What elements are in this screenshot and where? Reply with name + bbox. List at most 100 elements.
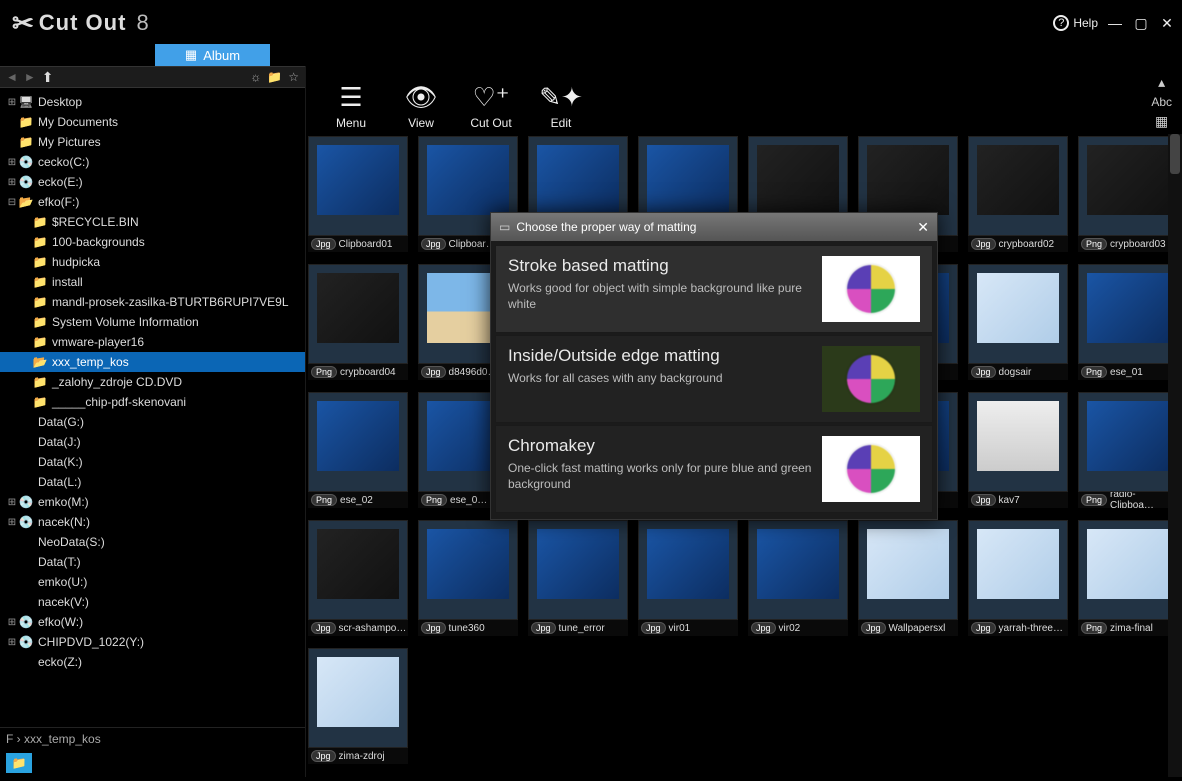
thumbnail-caption: Jpgyarrah-three…	[968, 620, 1068, 636]
folder-tree[interactable]: ⊞🖥Desktop📁My Documents📁My Pictures⊞💿ceck…	[0, 88, 305, 727]
sidebar-toolbar: ◄ ► ⬆ ☼ 📁 ☆	[0, 66, 305, 88]
close-button[interactable]: ✕	[1158, 15, 1176, 32]
tree-item[interactable]: Data(T:)	[0, 552, 305, 572]
folder-icon: 📂	[32, 355, 48, 369]
tree-item[interactable]: 📁My Documents	[0, 112, 305, 132]
thumbnail-image	[968, 392, 1068, 492]
expander-icon[interactable]: ⊞	[6, 177, 18, 188]
tree-item[interactable]: 📁$RECYCLE.BIN	[0, 212, 305, 232]
thumbnail-image	[1078, 520, 1168, 620]
help-button[interactable]: ? Help	[1053, 15, 1098, 31]
expander-icon[interactable]: ⊞	[6, 637, 18, 648]
tree-item[interactable]: NeoData(S:)	[0, 532, 305, 552]
tree-item[interactable]: ⊞💿efko(W:)	[0, 612, 305, 632]
nav-up-icon[interactable]: ⬆	[42, 69, 54, 86]
thumbnail[interactable]: Jpgzima-zdroj	[308, 648, 408, 764]
nav-forward-icon[interactable]: ►	[24, 70, 36, 84]
tree-item[interactable]: nacek(V:)	[0, 592, 305, 612]
dialog-close-button[interactable]: ✕	[917, 219, 929, 236]
scrollbar[interactable]	[1168, 134, 1182, 777]
nav-back-icon[interactable]: ◄	[6, 70, 18, 84]
expander-icon[interactable]: ⊞	[6, 517, 18, 528]
thumbnail[interactable]: Jpgscr-ashampo…	[308, 520, 408, 636]
maximize-button[interactable]: ▢	[1132, 15, 1150, 32]
thumbnail[interactable]: Jpgtune360	[418, 520, 518, 636]
tree-item[interactable]: ⊟📂efko(F:)	[0, 192, 305, 212]
thumbnail[interactable]: Jpgcrypboard02	[968, 136, 1068, 252]
file-name: tune360	[449, 623, 485, 634]
thumbnail[interactable]: Jpgtune_error	[528, 520, 628, 636]
thumbnail-caption: Pngese_02	[308, 492, 408, 508]
thumbnail[interactable]: JpgWallpapersxl	[858, 520, 958, 636]
tree-item[interactable]: Data(J:)	[0, 432, 305, 452]
collapse-icon[interactable]: ▴	[1158, 74, 1165, 91]
tree-item[interactable]: ⊞🖥Desktop	[0, 92, 305, 112]
file-ext-badge: Jpg	[421, 622, 446, 634]
tree-item[interactable]: ⊞💿ecko(E:)	[0, 172, 305, 192]
thumbnail[interactable]: Pngradio-Clipboa…	[1078, 392, 1168, 508]
tree-item[interactable]: 📁install	[0, 272, 305, 292]
expander-icon[interactable]: ⊞	[6, 97, 18, 108]
thumbnail[interactable]: Pngzima-final	[1078, 520, 1168, 636]
thumbnail[interactable]: Pngcrypboard03	[1078, 136, 1168, 252]
grid-icon[interactable]: ▦	[1155, 113, 1168, 130]
thumbnail[interactable]: Jpgyarrah-three…	[968, 520, 1068, 636]
thumbnail-image	[1078, 264, 1168, 364]
thumbnail[interactable]: Jpgkav7	[968, 392, 1068, 508]
sort-alpha-button[interactable]: Abc	[1151, 95, 1172, 109]
thumbnail[interactable]: Pngese_01	[1078, 264, 1168, 380]
tree-item[interactable]: Data(L:)	[0, 472, 305, 492]
tree-item[interactable]: ⊞💿cecko(C:)	[0, 152, 305, 172]
tree-item[interactable]: ⊞💿emko(M:)	[0, 492, 305, 512]
new-folder-icon[interactable]: 📁	[267, 70, 282, 84]
thumbnail[interactable]: Jpgdogsair	[968, 264, 1068, 380]
thumbnail[interactable]: Jpgvir02	[748, 520, 848, 636]
expander-icon[interactable]: ⊟	[6, 197, 18, 208]
cutout-button[interactable]: ♡⁺ Cut Out	[456, 82, 526, 130]
tree-item-label: Data(L:)	[38, 475, 81, 489]
thumbnail[interactable]: Pngese_02	[308, 392, 408, 508]
thumbnail[interactable]: Jpgvir01	[638, 520, 738, 636]
tree-item[interactable]: 📁hudpicka	[0, 252, 305, 272]
tree-item[interactable]: Data(G:)	[0, 412, 305, 432]
tree-item[interactable]: 📁My Pictures	[0, 132, 305, 152]
view-button[interactable]: 👁 View	[386, 82, 456, 130]
scrollbar-thumb[interactable]	[1170, 134, 1180, 174]
brightness-icon[interactable]: ☼	[250, 70, 261, 84]
option-title: Stroke based matting	[508, 256, 812, 276]
matting-option[interactable]: ChromakeyOne-click fast matting works on…	[495, 425, 933, 513]
tree-item[interactable]: 📂 xxx_temp_kos	[0, 352, 305, 372]
expander-icon[interactable]: ⊞	[6, 157, 18, 168]
expander-icon[interactable]: ⊞	[6, 617, 18, 628]
favorite-icon[interactable]: ☆	[288, 70, 299, 84]
tree-item-label: nacek(V:)	[38, 595, 89, 609]
dialog-titlebar[interactable]: ▭ Choose the proper way of matting ✕	[491, 213, 937, 241]
matting-option[interactable]: Stroke based mattingWorks good for objec…	[495, 245, 933, 333]
tree-item-label: xxx_temp_kos	[52, 355, 129, 369]
file-ext-badge: Png	[311, 494, 337, 506]
thumbnail[interactable]: JpgClipboard01	[308, 136, 408, 252]
tree-item[interactable]: 📁vmware-player16	[0, 332, 305, 352]
folder-icon: 📁	[32, 315, 48, 329]
tree-item[interactable]: ⊞💿CHIPDVD_1022(Y:)	[0, 632, 305, 652]
thumbnail[interactable]: Pngcrypboard04	[308, 264, 408, 380]
tree-item[interactable]: 📁_____chip-pdf-skenovani	[0, 392, 305, 412]
tree-item[interactable]: 📁mandl-prosek-zasilka-BTURTB6RUPI7VE9L	[0, 292, 305, 312]
tree-item[interactable]: ecko(Z:)	[0, 652, 305, 672]
menu-button[interactable]: ☰ Menu	[316, 82, 386, 130]
tree-item[interactable]: 📁100-backgrounds	[0, 232, 305, 252]
edit-button[interactable]: ✎✦ Edit	[526, 82, 596, 130]
tree-item[interactable]: emko(U:)	[0, 572, 305, 592]
matting-option[interactable]: Inside/Outside edge mattingWorks for all…	[495, 335, 933, 423]
tree-item[interactable]: 📁System Volume Information	[0, 312, 305, 332]
tree-item[interactable]: 📁_zalohy_zdroje CD.DVD	[0, 372, 305, 392]
minimize-button[interactable]: —	[1106, 15, 1124, 31]
album-label: Album	[203, 48, 240, 63]
folder-icon: 📁	[32, 395, 48, 409]
folder-button[interactable]: 📁	[6, 753, 32, 773]
album-button[interactable]: Album	[155, 44, 270, 66]
expander-icon[interactable]: ⊞	[6, 497, 18, 508]
tree-item[interactable]: Data(K:)	[0, 452, 305, 472]
thumbnail-image	[1078, 392, 1168, 492]
tree-item[interactable]: ⊞💿nacek(N:)	[0, 512, 305, 532]
